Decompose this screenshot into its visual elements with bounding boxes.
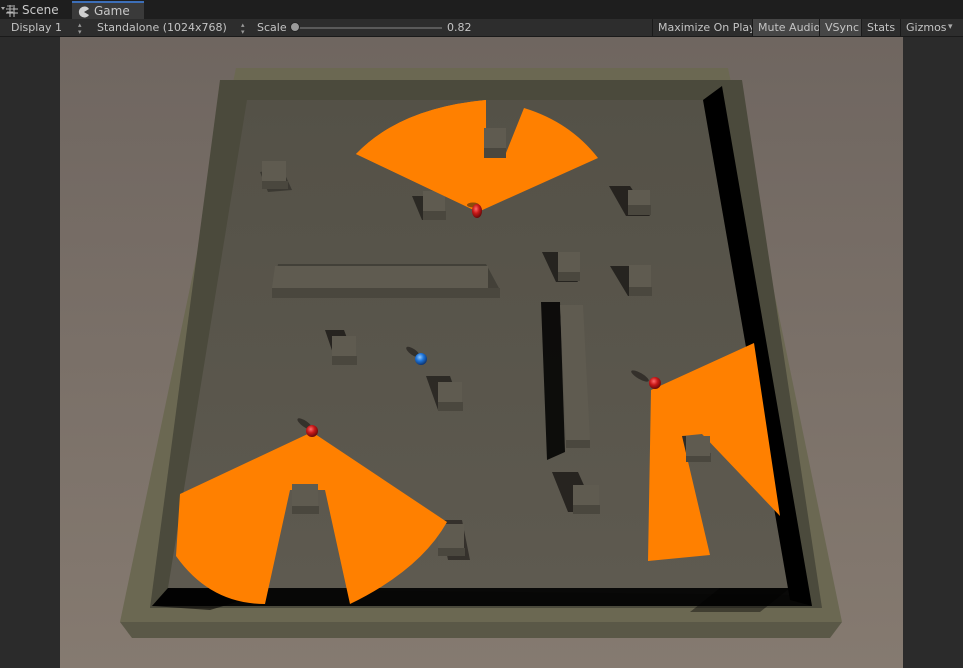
- enemy-guard-bottom-left: [306, 425, 318, 437]
- enemy-guard-top: [472, 204, 482, 218]
- game-scene: [60, 37, 903, 668]
- player-character: [415, 353, 427, 365]
- enemy-guard-right: [649, 377, 661, 389]
